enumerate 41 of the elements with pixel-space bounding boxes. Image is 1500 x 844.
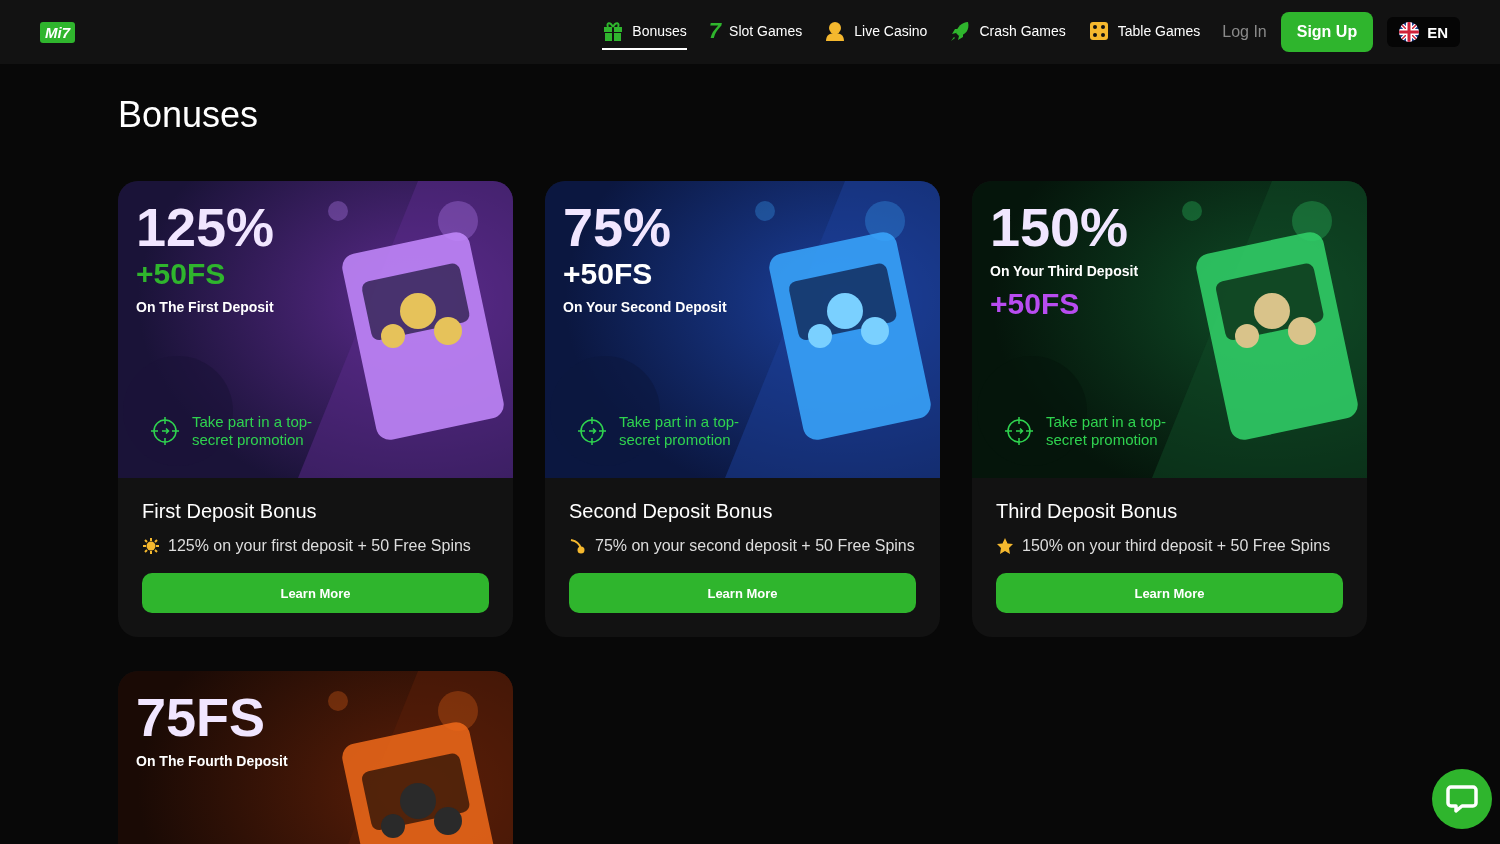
banner-subtitle: On Your Third Deposit xyxy=(990,263,1139,279)
star-icon xyxy=(996,537,1014,555)
crosshair-icon xyxy=(1004,416,1034,446)
promo-text: Take part in a top-secret promotion xyxy=(619,413,741,449)
banner-headline: 150% xyxy=(990,199,1130,255)
free-spins-text: +50FS xyxy=(563,257,654,291)
nav-link[interactable]: Live Casino xyxy=(824,14,928,50)
bonus-description: 75% on your second deposit + 50 Free Spins xyxy=(595,537,915,555)
nav-link[interactable]: Bonuses xyxy=(602,14,687,50)
banner-subtitle: On Your Second Deposit xyxy=(563,299,727,315)
bonus-description: 125% on your first deposit + 50 Free Spins xyxy=(168,537,471,555)
banner-headline: 125% xyxy=(136,199,275,255)
free-spins-text: +50FS xyxy=(990,287,1081,321)
bonus-description: 150% on your third deposit + 50 Free Spins xyxy=(1022,537,1331,555)
chat-icon xyxy=(1446,784,1478,814)
nav-link[interactable]: Crash Games xyxy=(949,14,1066,50)
promo-text: Take part in a top-secret promotion xyxy=(1046,413,1168,449)
flag-icon xyxy=(1399,22,1420,42)
gift-icon xyxy=(602,20,625,42)
banner-headline: 75% xyxy=(563,199,673,255)
nav-link[interactable]: 7 Slot Games xyxy=(708,14,803,50)
login-link[interactable]: Log In xyxy=(1222,23,1267,41)
seven-icon: 7 xyxy=(708,20,722,42)
free-spins-text: +50FS xyxy=(136,257,227,291)
person-icon xyxy=(824,20,847,42)
banner-subtitle: On The First Deposit xyxy=(136,299,275,315)
sun-icon xyxy=(142,537,160,555)
nav-link[interactable]: Table Games xyxy=(1087,14,1201,50)
chat-button[interactable] xyxy=(1432,769,1492,829)
bonus-title: Second Deposit Bonus xyxy=(569,500,774,523)
crosshair-icon xyxy=(150,416,180,446)
banner-subtitle: On The Fourth Deposit xyxy=(136,753,288,769)
bonus-title: First Deposit Bonus xyxy=(142,500,318,523)
bonus-title: Third Deposit Bonus xyxy=(996,500,1179,523)
language-button[interactable]: EN xyxy=(1387,17,1460,47)
crosshair-icon xyxy=(577,416,607,446)
page-title: Bonuses xyxy=(118,94,260,136)
banner-headline: 75FS xyxy=(136,689,267,745)
comet-icon xyxy=(569,537,587,555)
dice-icon xyxy=(1087,20,1110,42)
promo-text: Take part in a top-secret promotion xyxy=(192,413,314,449)
